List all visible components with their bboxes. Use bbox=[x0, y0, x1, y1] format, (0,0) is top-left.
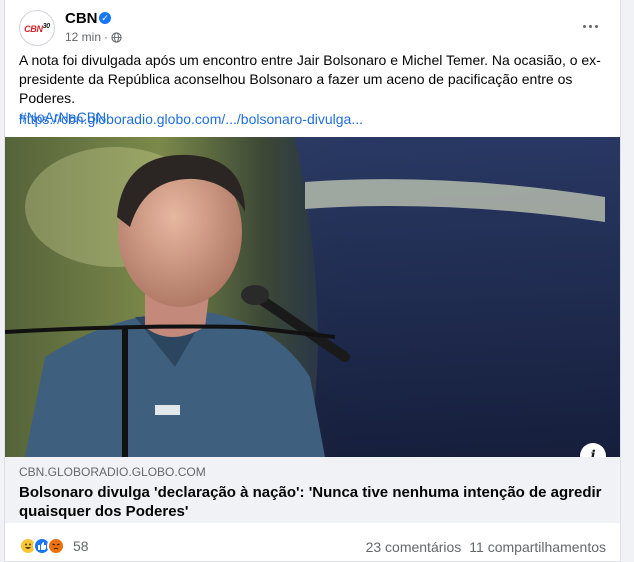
page-name[interactable]: CBN bbox=[65, 10, 98, 27]
meta-separator: · bbox=[104, 30, 109, 44]
reaction-count: 58 bbox=[73, 538, 89, 554]
preview-headline: Bolsonaro divulga 'declaração à nação': … bbox=[19, 484, 602, 520]
article-url-link[interactable]: https://cbn.globoradio.globo.com/.../bol… bbox=[19, 111, 363, 127]
link-preview[interactable]: CBN.GLOBORADIO.GLOBO.COM Bolsonaro divul… bbox=[5, 457, 620, 523]
globe-icon bbox=[111, 31, 122, 43]
article-photo[interactable]: i bbox=[5, 137, 620, 457]
post-header: CBN30 CBN ✓ 12 min · bbox=[19, 8, 610, 46]
verified-badge-icon: ✓ bbox=[99, 12, 111, 24]
post-stats: 23 comentários 11 compartilhamentos bbox=[366, 539, 606, 555]
page-avatar[interactable]: CBN30 bbox=[19, 10, 55, 46]
post-time[interactable]: 12 min bbox=[65, 30, 101, 44]
post-body: A nota foi divulgada após um encontro en… bbox=[19, 52, 601, 106]
photo-illustration bbox=[5, 137, 620, 457]
feed-post: CBN30 CBN ✓ 12 min · A nota foi divulgad… bbox=[4, 0, 621, 562]
angry-reaction-icon bbox=[47, 537, 65, 555]
cbn-logo: CBN30 bbox=[24, 22, 50, 34]
comments-count-link[interactable]: 23 comentários bbox=[366, 539, 462, 555]
reactions-summary[interactable]: 58 bbox=[19, 537, 89, 555]
more-options-icon[interactable] bbox=[578, 14, 602, 38]
post-footer: 58 23 comentários 11 compartilhamentos bbox=[19, 534, 606, 558]
post-meta: 12 min · bbox=[65, 30, 122, 44]
preview-domain: CBN.GLOBORADIO.GLOBO.COM bbox=[19, 465, 206, 479]
shares-count-link[interactable]: 11 compartilhamentos bbox=[469, 539, 606, 555]
